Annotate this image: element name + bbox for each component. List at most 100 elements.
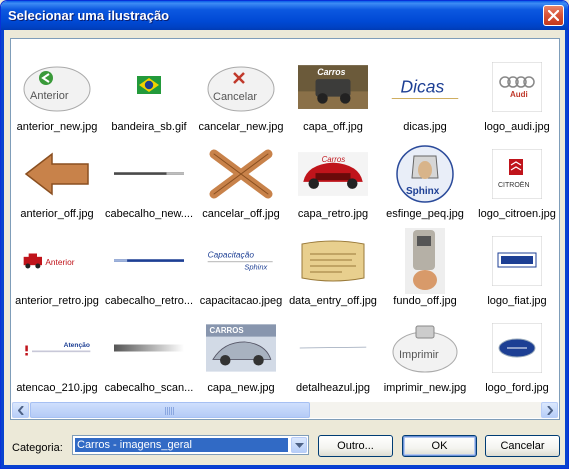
item-filename: anterior_new.jpg bbox=[16, 121, 98, 133]
item-filename: anterior_retro.jpg bbox=[15, 295, 99, 307]
svg-text:Carros: Carros bbox=[322, 155, 346, 164]
fiat-logo-icon bbox=[482, 233, 552, 289]
scroll-right-button[interactable] bbox=[541, 402, 558, 418]
svg-text:Sphinx: Sphinx bbox=[406, 186, 440, 197]
item-filename: data_entry_off.jpg bbox=[289, 295, 377, 307]
list-item[interactable]: CITROËN logo_citroen.jpg bbox=[471, 136, 559, 224]
atencao-bar-icon: Atenção bbox=[22, 320, 92, 376]
item-filename: cabecalho_scan... bbox=[104, 382, 194, 394]
dicas-icon: Dicas bbox=[390, 59, 460, 115]
list-item[interactable]: Audi logo_audi.jpg bbox=[471, 49, 559, 137]
item-filename: atencao_210.jpg bbox=[16, 382, 98, 394]
thin-line-icon bbox=[298, 320, 368, 376]
list-item[interactable]: Carros capa_retro.jpg bbox=[287, 136, 379, 224]
audi-logo-icon: Audi bbox=[482, 59, 552, 115]
title-bar[interactable]: Selecionar uma ilustração bbox=[1, 1, 568, 30]
svg-text:Audi: Audi bbox=[510, 90, 528, 99]
list-item[interactable]: cancelar_off.jpg bbox=[195, 136, 287, 224]
parchment-icon bbox=[298, 233, 368, 289]
list-item[interactable]: Cancelar cancelar_new.jpg bbox=[195, 49, 287, 137]
chevron-down-icon bbox=[295, 443, 304, 448]
header-line-gray-icon bbox=[114, 146, 184, 202]
close-icon bbox=[548, 10, 559, 21]
svg-text:Atenção: Atenção bbox=[64, 342, 90, 349]
list-item[interactable]: Imprimir imprimir_new.jpg bbox=[379, 310, 471, 398]
payphone-icon bbox=[390, 228, 460, 294]
svg-text:Imprimir: Imprimir bbox=[399, 349, 439, 361]
list-item[interactable]: logo_fiat.jpg bbox=[471, 223, 559, 311]
wood-x-icon bbox=[206, 146, 276, 202]
svg-text:Carros: Carros bbox=[317, 67, 345, 77]
svg-text:CARROS: CARROS bbox=[210, 326, 244, 335]
item-filename: logo_audi.jpg bbox=[484, 121, 550, 133]
item-filename: cabecalho_new.... bbox=[104, 208, 194, 220]
item-filename: bandeira_sb.gif bbox=[111, 121, 187, 133]
svg-text:Cancelar: Cancelar bbox=[213, 91, 257, 103]
scroll-left-button[interactable] bbox=[12, 402, 29, 418]
item-filename: logo_fiat.jpg bbox=[487, 295, 547, 307]
list-item[interactable]: Anterior anterior_new.jpg bbox=[11, 49, 103, 137]
cancelar-new-icon: Cancelar bbox=[206, 59, 276, 115]
list-item[interactable]: Sphinx esfinge_peq.jpg bbox=[379, 136, 471, 224]
list-item[interactable]: detalheazul.jpg bbox=[287, 310, 379, 398]
anterior-new-icon: Anterior bbox=[22, 59, 92, 115]
svg-text:Capacitação: Capacitação bbox=[208, 250, 255, 260]
list-item[interactable]: cabecalho_retro... bbox=[103, 223, 195, 311]
item-filename: capa_new.jpg bbox=[207, 382, 275, 394]
dialog-window: Selecionar uma ilustração Anterior anteri… bbox=[0, 0, 569, 469]
arrow-wood-left-icon bbox=[22, 146, 92, 202]
imprimir-button-icon: Imprimir bbox=[390, 320, 460, 376]
header-line-blue-icon bbox=[114, 233, 184, 289]
list-item[interactable]: Atenção atencao_210.jpg bbox=[11, 310, 103, 398]
svg-text:Anterior: Anterior bbox=[45, 257, 74, 267]
list-item[interactable]: Dicas dicas.jpg bbox=[379, 49, 471, 137]
item-filename: cabecalho_retro... bbox=[104, 295, 194, 307]
ford-logo-icon bbox=[482, 320, 552, 376]
item-filename: anterior_off.jpg bbox=[20, 208, 94, 220]
list-item[interactable]: Capacitação Sphinx capacitacao.jpeg bbox=[195, 223, 287, 311]
list-item[interactable]: cabecalho_scan... bbox=[103, 310, 195, 398]
item-filename: cancelar_new.jpg bbox=[198, 121, 284, 133]
item-filename: imprimir_new.jpg bbox=[383, 382, 467, 394]
item-filename: cancelar_off.jpg bbox=[202, 208, 280, 220]
gradient-bar-icon bbox=[114, 320, 184, 376]
flag-brazil-icon bbox=[114, 59, 184, 115]
list-item[interactable]: bandeira_sb.gif bbox=[103, 49, 195, 137]
scroll-thumb[interactable] bbox=[30, 402, 310, 418]
item-filename: capacitacao.jpeg bbox=[199, 295, 283, 307]
other-button[interactable]: Outro... bbox=[318, 435, 393, 457]
retro-car-anterior-icon: Anterior bbox=[22, 233, 92, 289]
carros-jeep-icon: Carros bbox=[298, 59, 368, 115]
list-item[interactable]: fundo_off.jpg bbox=[379, 223, 471, 311]
dropdown-button[interactable] bbox=[291, 437, 307, 453]
chevron-right-icon bbox=[547, 406, 553, 415]
list-item[interactable]: anterior_off.jpg bbox=[11, 136, 103, 224]
list-item[interactable]: logo_ford.jpg bbox=[471, 310, 559, 398]
ok-button[interactable]: OK bbox=[402, 435, 477, 457]
category-value: Carros - imagens_geral bbox=[75, 438, 288, 452]
svg-text:Anterior: Anterior bbox=[30, 90, 69, 102]
item-filename: capa_retro.jpg bbox=[297, 208, 369, 220]
citroen-logo-icon: CITROËN bbox=[482, 146, 552, 202]
list-item[interactable]: data_entry_off.jpg bbox=[287, 223, 379, 311]
item-filename: dicas.jpg bbox=[403, 121, 447, 133]
cancel-button[interactable]: Cancelar bbox=[485, 435, 560, 457]
list-item[interactable]: CARROS capa_new.jpg bbox=[195, 310, 287, 398]
window-title: Selecionar uma ilustração bbox=[8, 8, 170, 23]
item-filename: logo_citroen.jpg bbox=[478, 208, 556, 220]
chevron-left-icon bbox=[18, 406, 24, 415]
list-item[interactable]: Anterior anterior_retro.jpg bbox=[11, 223, 103, 311]
item-filename: detalheazul.jpg bbox=[295, 382, 370, 394]
item-filename: fundo_off.jpg bbox=[393, 295, 457, 307]
item-filename: capa_off.jpg bbox=[303, 121, 363, 133]
footer-bar: Categoria: Carros - imagens_geral Outro.… bbox=[1, 425, 568, 465]
category-select[interactable]: Carros - imagens_geral bbox=[72, 435, 309, 455]
horizontal-scrollbar[interactable] bbox=[12, 402, 558, 418]
category-label: Categoria: bbox=[12, 442, 63, 454]
illustration-list[interactable]: Anterior anterior_new.jpg bandeira_sb.gif C… bbox=[10, 38, 560, 420]
list-item[interactable]: cabecalho_new.... bbox=[103, 136, 195, 224]
item-filename: esfinge_peq.jpg bbox=[386, 208, 464, 220]
svg-text:CITROËN: CITROËN bbox=[498, 181, 530, 189]
list-item[interactable]: Carros capa_off.jpg bbox=[287, 49, 379, 137]
close-button[interactable] bbox=[543, 5, 564, 26]
